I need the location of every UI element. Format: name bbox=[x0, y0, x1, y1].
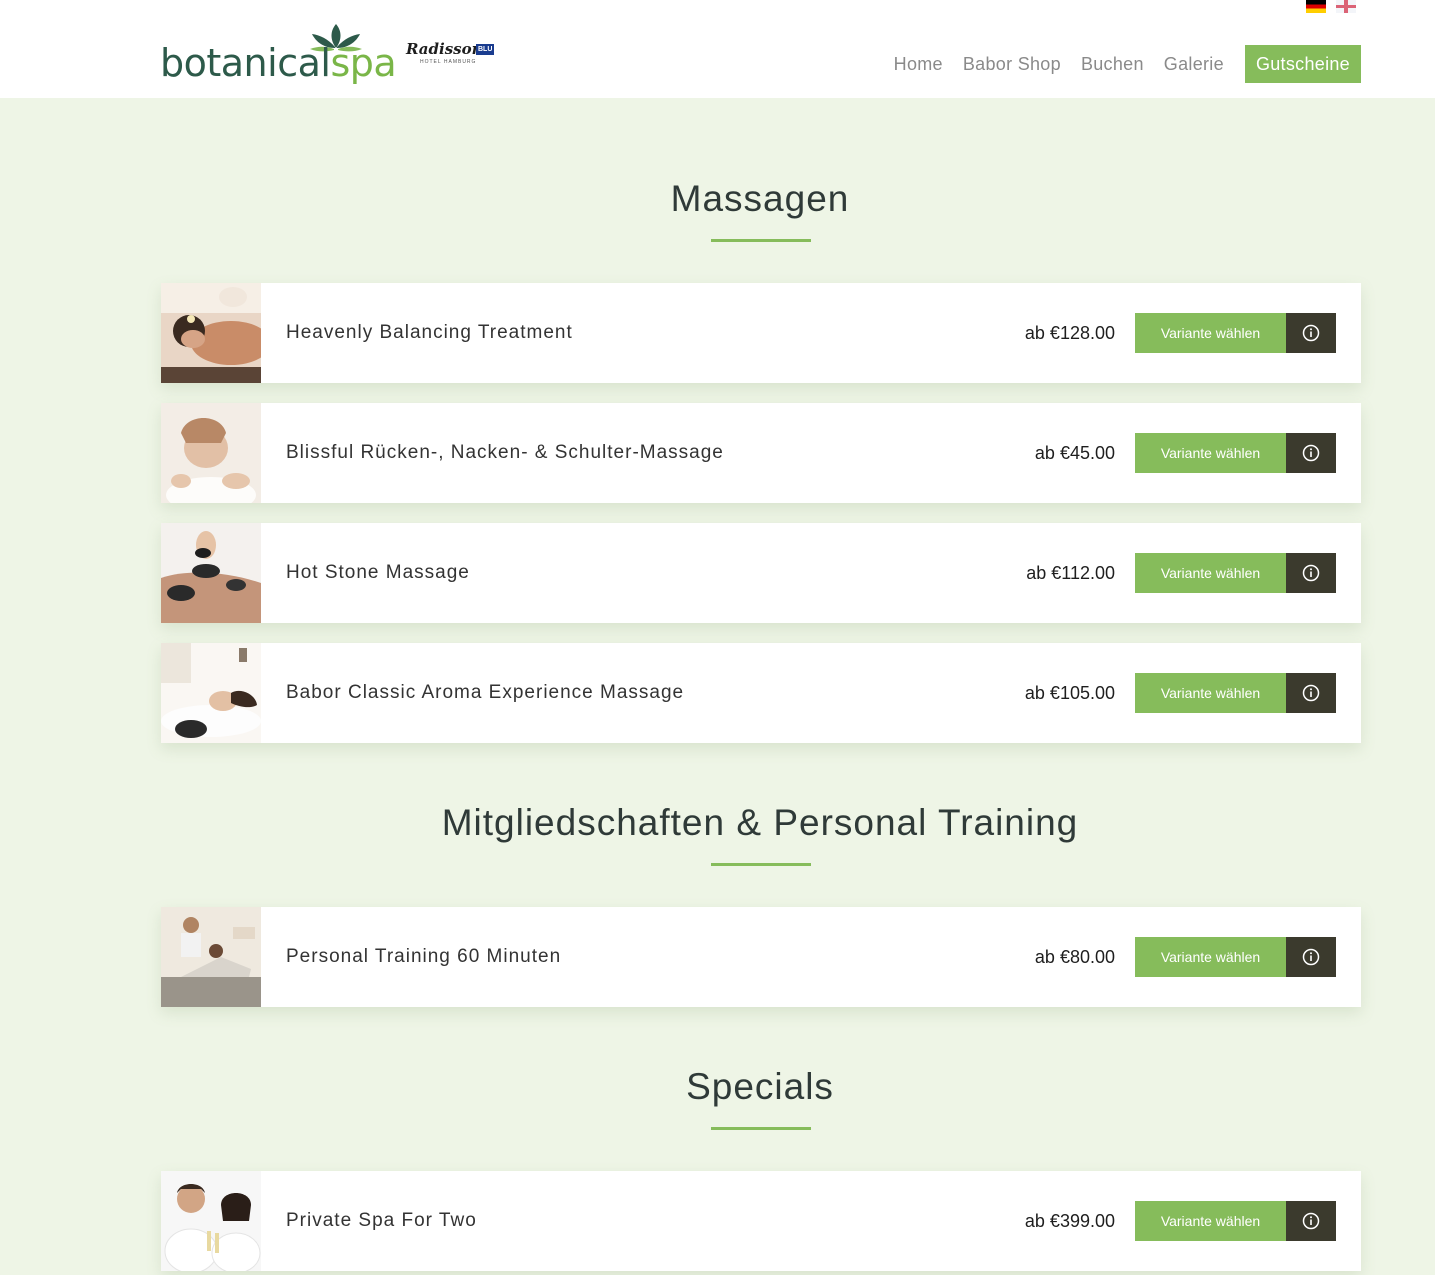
info-button[interactable] bbox=[1286, 313, 1336, 353]
product-row: Blissful Rücken-, Nacken- & Schulter-Mas… bbox=[161, 403, 1361, 503]
info-icon bbox=[1302, 684, 1320, 702]
product-row: Private Spa For Two ab €399.00 Variante … bbox=[161, 1171, 1361, 1271]
product-title[interactable]: Blissful Rücken-, Nacken- & Schulter-Mas… bbox=[286, 403, 724, 503]
product-image-massage[interactable] bbox=[161, 403, 261, 503]
choose-variant-button[interactable]: Variante wählen bbox=[1135, 937, 1286, 977]
nav-buchen[interactable]: Buchen bbox=[1071, 45, 1154, 83]
product-price: ab €105.00 bbox=[1024, 683, 1115, 703]
section-title-specials: Specials bbox=[686, 1066, 834, 1107]
info-button[interactable] bbox=[1286, 553, 1336, 593]
site-header: botanicalspa Radisson BLU HOTEL HAMBURG … bbox=[0, 0, 1435, 98]
product-row: Babor Classic Aroma Experience Massage a… bbox=[161, 643, 1361, 743]
language-switcher bbox=[1306, 0, 1356, 13]
product-price: ab €112.00 bbox=[1026, 563, 1115, 583]
section-divider bbox=[711, 863, 811, 866]
info-button[interactable] bbox=[1286, 433, 1336, 473]
product-image-massage[interactable] bbox=[161, 283, 261, 383]
product-title[interactable]: Heavenly Balancing Treatment bbox=[286, 283, 573, 383]
section-divider bbox=[711, 1127, 811, 1130]
info-icon bbox=[1302, 324, 1320, 342]
english-flag-icon[interactable] bbox=[1336, 0, 1356, 13]
section-title-mitgliedschaften: Mitgliedschaften & Personal Training bbox=[441, 802, 1079, 843]
info-icon bbox=[1302, 1212, 1320, 1230]
nav-babor-shop[interactable]: Babor Shop bbox=[953, 45, 1071, 83]
radisson-badge: BLU bbox=[476, 44, 495, 55]
info-button[interactable] bbox=[1286, 673, 1336, 713]
nav-gutscheine-button[interactable]: Gutscheine bbox=[1244, 45, 1361, 83]
product-image-personal-training[interactable] bbox=[161, 907, 261, 1007]
product-image-couple[interactable] bbox=[161, 1171, 261, 1271]
section-divider bbox=[711, 239, 811, 242]
choose-variant-button[interactable]: Variante wählen bbox=[1135, 553, 1286, 593]
choose-variant-button[interactable]: Variante wählen bbox=[1135, 433, 1286, 473]
product-price: ab €128.00 bbox=[1024, 323, 1115, 343]
section-title-massagen: Massagen bbox=[670, 178, 850, 219]
product-image-hot-stone[interactable] bbox=[161, 523, 261, 623]
radisson-blu-logo[interactable]: Radisson BLU HOTEL HAMBURG bbox=[406, 40, 496, 70]
info-icon bbox=[1302, 948, 1320, 966]
product-title[interactable]: Personal Training 60 Minuten bbox=[286, 907, 561, 1007]
german-flag-icon[interactable] bbox=[1306, 0, 1326, 13]
radisson-subtitle: HOTEL HAMBURG bbox=[420, 59, 477, 65]
info-button[interactable] bbox=[1286, 1201, 1336, 1241]
product-image-aroma[interactable] bbox=[161, 643, 261, 743]
product-row: Hot Stone Massage ab €112.00 Variante wä… bbox=[161, 523, 1361, 623]
choose-variant-button[interactable]: Variante wählen bbox=[1135, 1201, 1286, 1241]
choose-variant-button[interactable]: Variante wählen bbox=[1135, 313, 1286, 353]
nav-galerie[interactable]: Galerie bbox=[1154, 45, 1234, 83]
info-icon bbox=[1302, 564, 1320, 582]
radisson-wordmark: Radisson bbox=[406, 40, 483, 58]
product-row: Personal Training 60 Minuten ab €80.00 V… bbox=[161, 907, 1361, 1007]
product-title[interactable]: Babor Classic Aroma Experience Massage bbox=[286, 643, 684, 743]
product-title[interactable]: Private Spa For Two bbox=[286, 1171, 477, 1271]
main-nav: Home Babor Shop Buchen Galerie Gutschein… bbox=[884, 45, 1361, 83]
nav-home[interactable]: Home bbox=[884, 45, 953, 83]
product-price: ab €80.00 bbox=[1034, 947, 1115, 967]
product-price: ab €399.00 bbox=[1024, 1211, 1115, 1231]
product-title[interactable]: Hot Stone Massage bbox=[286, 523, 470, 623]
product-row: Heavenly Balancing Treatment ab €128.00 … bbox=[161, 283, 1361, 383]
info-icon bbox=[1302, 444, 1320, 462]
logo-wordmark: botanicalspa bbox=[160, 41, 397, 85]
botanical-spa-logo[interactable]: botanicalspa bbox=[160, 22, 397, 86]
product-price: ab €45.00 bbox=[1034, 443, 1115, 463]
info-button[interactable] bbox=[1286, 937, 1336, 977]
choose-variant-button[interactable]: Variante wählen bbox=[1135, 673, 1286, 713]
